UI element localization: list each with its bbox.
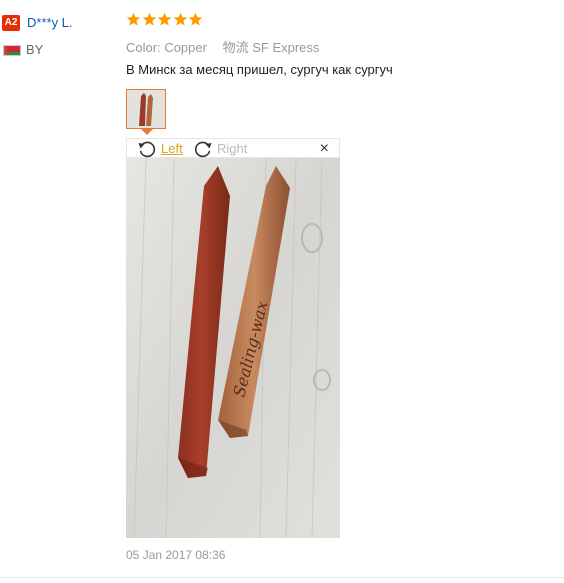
belarus-flag-icon [3,45,21,56]
buyer-level-badge: A2 [2,15,20,31]
rotate-right-label: Right [217,141,248,156]
thumbnail-image [127,90,165,128]
review-photo-thumbnail[interactable] [126,89,166,129]
review-date: 05 Jan 2017 08:36 [126,548,226,562]
shipping-label: 物流 [222,40,249,55]
review-text: В Минск за месяц пришел, сургуч как сург… [126,62,393,77]
sku-info: Color: Copper 物流 SF Express [126,37,331,56]
thumbnail-pointer [141,129,153,135]
reviewer-name-link[interactable]: D***y L. [27,15,73,30]
star-rating [126,12,204,30]
reviewer-country: BY [26,42,44,57]
color-value: Copper [164,40,207,55]
rotate-left-label: Left [161,141,183,156]
review-photo-enlarged: Sealing-wax [126,158,340,538]
review-divider [0,577,564,578]
star-icon [126,12,141,26]
rotate-left-icon [138,141,156,158]
shipping-value: SF Express [252,40,320,55]
color-label: Color: [126,40,161,55]
star-icon [188,12,203,26]
star-icon [142,12,156,26]
close-viewer-button[interactable]: × [320,140,329,158]
sealing-wax-photo: Sealing-wax [126,158,340,538]
rotate-right-icon [194,141,212,158]
star-icon [157,12,172,26]
image-viewer-toolbar: Left Right × [126,138,340,158]
star-icon [173,12,187,26]
